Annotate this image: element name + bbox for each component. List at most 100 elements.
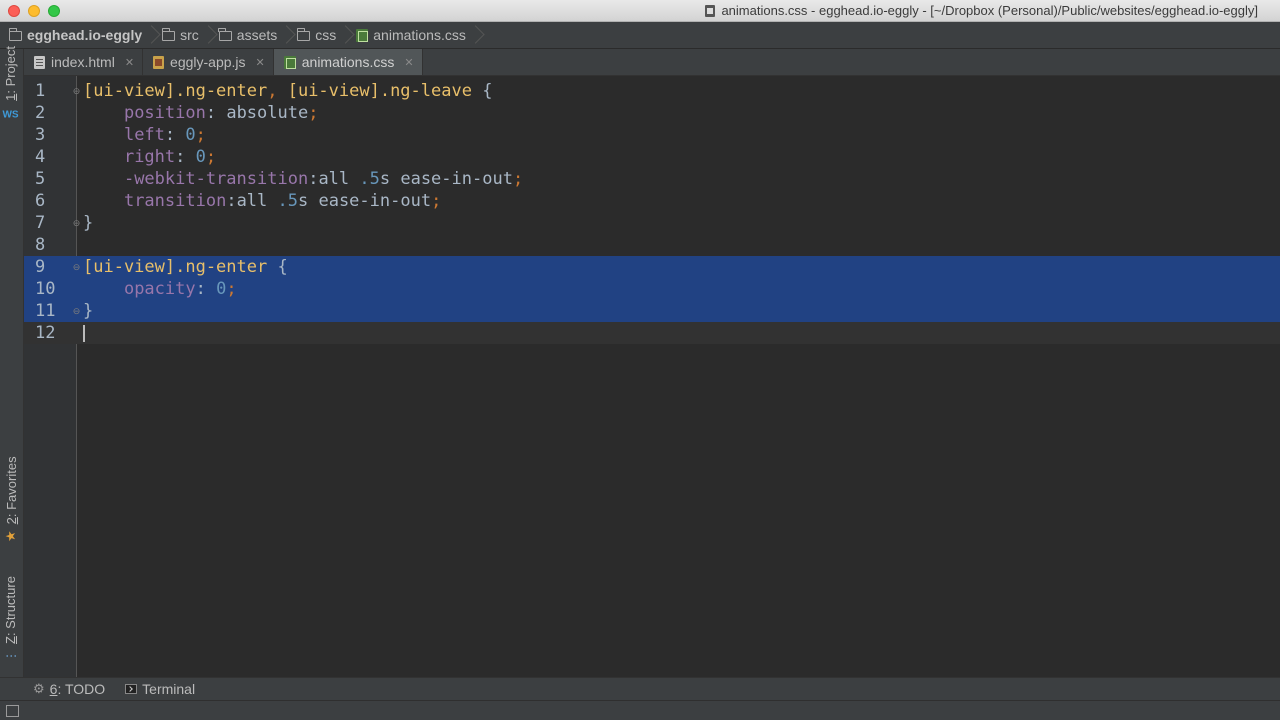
line-number: 1 (35, 81, 46, 101)
document-icon (705, 4, 716, 17)
close-window-button[interactable] (8, 5, 20, 17)
fold-marker-icon[interactable]: ⊖ (72, 86, 81, 97)
breadcrumb-label: css (315, 27, 337, 43)
code-line[interactable]: 10 opacity: 0; (24, 278, 1280, 300)
close-tab-icon[interactable]: ✕ (404, 56, 413, 69)
code-line[interactable]: 6 transition:all .5s ease-in-out; (24, 190, 1280, 212)
tool-tab-number: 2 (3, 517, 19, 525)
terminal-icon (125, 684, 138, 694)
tab-label: index.html (51, 54, 115, 70)
star-icon: ★ (3, 530, 18, 542)
tool-tab-todo[interactable]: ⚙ 6: TODO (33, 681, 105, 697)
line-number: 6 (35, 191, 46, 211)
folder-icon (218, 27, 232, 41)
fold-marker-icon[interactable]: ⊖ (72, 262, 81, 273)
navigation-breadcrumb: egghead.io-eggly src assets css animatio… (0, 22, 1280, 49)
breadcrumb-item-file[interactable]: animations.css (356, 22, 472, 49)
code-line[interactable]: 1 ⊖ [ui-view].ng-enter, [ui-view].ng-leave… (24, 80, 1280, 102)
status-bar (0, 700, 1280, 720)
tool-tab-project[interactable]: WS 1: Project (2, 45, 19, 123)
tool-tab-terminal[interactable]: Terminal (125, 681, 195, 697)
breadcrumb-label: src (180, 27, 199, 43)
folder-icon (161, 27, 176, 41)
breadcrumb-item-css[interactable]: css (296, 22, 342, 49)
code-text: -webkit-transition:all .5s ease-in-out; (123, 169, 524, 189)
code-line[interactable]: 8 (24, 234, 1280, 256)
tab-index-html[interactable]: index.html ✕ (24, 49, 144, 75)
tool-tab-label: : Favorites (3, 456, 19, 518)
tool-tab-label: : Project (3, 45, 18, 94)
tool-tab-structure[interactable]: ⋮ Z: Structure (3, 576, 18, 662)
code-text: transition:all .5s ease-in-out; (123, 191, 442, 211)
code-editor[interactable]: 1 ⊖ [ui-view].ng-enter, [ui-view].ng-leave… (24, 76, 1280, 677)
toggle-tool-windows-icon[interactable] (6, 705, 19, 717)
breadcrumb-item-assets[interactable]: assets (218, 22, 283, 49)
line-number: 5 (35, 169, 46, 189)
line-number: 11 (35, 301, 56, 321)
line-number: 3 (35, 125, 46, 145)
folder-icon (8, 27, 22, 41)
breadcrumb-separator (148, 22, 156, 49)
tool-tab-number: 1 (3, 93, 18, 101)
css-file-icon (356, 28, 369, 42)
line-number: 7 (35, 213, 46, 233)
breadcrumb-separator (342, 22, 350, 49)
tab-label: animations.css (301, 54, 395, 70)
left-tool-strip: WS 1: Project ★ 2: Favorites ⋮ Z: Struct… (0, 45, 24, 677)
window-title-wrap: animations.css - egghead.io-eggly - [~/D… (705, 3, 1258, 18)
code-line[interactable]: 2 position: absolute; (24, 102, 1280, 124)
breadcrumb-item-project[interactable]: egghead.io-eggly (8, 22, 148, 49)
fold-marker-icon[interactable]: ⊖ (72, 306, 81, 317)
code-lines: 1 ⊖ [ui-view].ng-enter, [ui-view].ng-leave… (24, 80, 1280, 344)
tool-tab-favorites[interactable]: ★ 2: Favorites (3, 456, 19, 542)
tab-animations-css[interactable]: animations.css ✕ (273, 49, 423, 75)
fold-marker-icon[interactable]: ⊖ (72, 218, 81, 229)
code-line[interactable]: 4 right: 0; (24, 146, 1280, 168)
breadcrumb-item-src[interactable]: src (161, 22, 205, 49)
line-number: 12 (35, 323, 56, 343)
code-text: [ui-view].ng-enter, [ui-view].ng-leave { (83, 81, 493, 101)
code-text: right: 0; (123, 147, 217, 167)
breadcrumb-label: assets (236, 27, 278, 43)
code-line[interactable]: 9 ⊖ [ui-view].ng-enter { (24, 256, 1280, 278)
todo-icon: ⚙ (33, 681, 45, 696)
tool-tab-label: : TODO (57, 681, 106, 697)
bottom-tool-bar: ⚙ 6: TODO Terminal (0, 677, 1280, 700)
tool-tab-number: Z (3, 636, 18, 644)
js-file-icon (153, 55, 165, 69)
tool-tab-label: Terminal (142, 681, 196, 697)
tab-eggly-app-js[interactable]: eggly-app.js ✕ (143, 49, 274, 75)
code-line[interactable]: 3 left: 0; (24, 124, 1280, 146)
code-line[interactable]: 5 -webkit-transition:all .5s ease-in-out… (24, 168, 1280, 190)
webstorm-icon: WS (2, 109, 19, 121)
code-text: [ui-view].ng-enter { (83, 257, 288, 277)
code-line[interactable]: 12 (24, 322, 1280, 344)
tool-tab-label: : Structure (3, 576, 18, 637)
close-tab-icon[interactable]: ✕ (125, 56, 134, 69)
breadcrumb-label: egghead.io-eggly (27, 27, 143, 43)
breadcrumb-separator (283, 22, 291, 49)
line-number: 9 (35, 257, 46, 277)
line-number: 8 (35, 235, 46, 255)
html-file-icon (34, 55, 45, 69)
css-file-icon (283, 55, 296, 69)
breadcrumb-separator (205, 22, 213, 49)
code-line[interactable]: 7 ⊖} (24, 212, 1280, 234)
folder-icon (296, 27, 311, 41)
text-caret (83, 325, 85, 342)
editor-tab-bar: index.html ✕ eggly-app.js ✕ animations.c… (24, 49, 1280, 76)
maximize-window-button[interactable] (48, 5, 60, 17)
code-text: } (83, 301, 94, 321)
code-line[interactable]: 11 ⊖} (24, 300, 1280, 322)
code-text: left: 0; (123, 125, 206, 145)
code-text: opacity: 0; (123, 279, 237, 299)
code-text: } (83, 213, 94, 233)
breadcrumb-separator (472, 22, 480, 49)
minimize-window-button[interactable] (28, 5, 40, 17)
line-number: 10 (35, 279, 56, 299)
structure-icon: ⋮ (3, 650, 18, 662)
code-text: position: absolute; (123, 103, 319, 123)
line-number: 2 (35, 103, 46, 123)
close-tab-icon[interactable]: ✕ (256, 56, 265, 69)
ide-window: animations.css - egghead.io-eggly - [~/D… (0, 0, 1280, 720)
